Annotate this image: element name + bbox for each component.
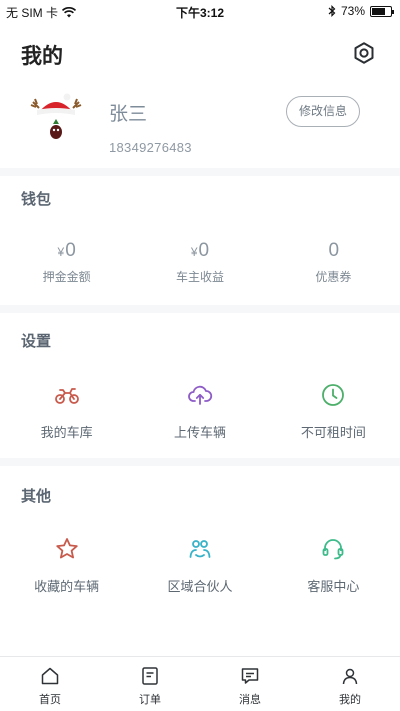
wallet-coupons[interactable]: 0 优惠券 — [267, 240, 400, 285]
partners-icon — [189, 540, 211, 558]
wallet-row: ¥0 押金金额 ¥0 车主收益 0 优惠券 — [0, 240, 400, 285]
settings-hexagon-icon — [354, 42, 374, 64]
bottom-tab-bar: 首页 订单 消息 我的 — [0, 656, 400, 711]
avatar[interactable] — [27, 88, 85, 146]
bluetooth-icon — [328, 5, 336, 17]
edit-profile-button[interactable]: 修改信息 — [286, 96, 360, 127]
tab-messages-label: 消息 — [239, 694, 261, 706]
customer-service-label: 客服中心 — [307, 579, 360, 594]
tab-messages[interactable]: 消息 — [200, 657, 300, 711]
wallet-coupons-value: 0 — [267, 240, 400, 264]
message-icon — [241, 668, 259, 684]
tab-profile[interactable]: 我的 — [300, 657, 400, 711]
tab-orders-label: 订单 — [139, 694, 161, 706]
currency-symbol: ¥ — [57, 245, 65, 259]
wallet-earnings[interactable]: ¥0 车主收益 — [133, 240, 266, 285]
other-section-title: 其他 — [21, 488, 52, 505]
amount: 0 — [198, 240, 210, 261]
settings-button[interactable] — [352, 41, 376, 65]
page-title: 我的 — [21, 45, 63, 68]
currency-symbol: ¥ — [190, 245, 198, 259]
other-row: 收藏的车辆 区域合伙人 客服中心 — [0, 536, 400, 595]
settings-section-title: 设置 — [21, 333, 52, 350]
user-name: 张三 — [109, 104, 148, 125]
upload-vehicle-label: 上传车辆 — [173, 425, 226, 440]
upload-vehicle-item[interactable]: 上传车辆 — [133, 382, 266, 441]
amount: 0 — [328, 240, 340, 261]
my-garage-label: 我的车库 — [40, 425, 93, 440]
tab-home[interactable]: 首页 — [0, 657, 100, 711]
status-right: 73% — [328, 4, 394, 18]
section-divider — [0, 168, 400, 176]
settings-row: 我的车库 上传车辆 不可租时间 — [0, 382, 400, 441]
wallet-deposit-label: 押金金额 — [42, 270, 91, 284]
unavailable-time-item[interactable]: 不可租时间 — [267, 382, 400, 441]
wallet-deposit-value: ¥0 — [0, 240, 133, 264]
home-icon — [41, 667, 59, 685]
wallet-deposit[interactable]: ¥0 押金金额 — [0, 240, 133, 285]
favorite-vehicles-label: 收藏的车辆 — [34, 579, 100, 594]
my-garage-item[interactable]: 我的车库 — [0, 382, 133, 441]
battery-percent: 73% — [340, 4, 365, 18]
user-phone: 18349276483 — [109, 140, 192, 155]
favorite-vehicles-item[interactable]: 收藏的车辆 — [0, 536, 133, 595]
tab-profile-label: 我的 — [339, 694, 361, 706]
amount: 0 — [65, 240, 76, 261]
star-icon — [55, 538, 78, 559]
headset-icon — [322, 539, 344, 560]
clock-icon — [322, 384, 345, 406]
regional-partner-item[interactable]: 区域合伙人 — [133, 536, 266, 595]
section-divider — [0, 305, 400, 313]
profile-icon — [342, 668, 358, 685]
wallet-earnings-value: ¥0 — [133, 240, 266, 264]
battery-icon — [370, 5, 394, 17]
tab-orders[interactable]: 订单 — [100, 657, 200, 711]
avatar-santa-hat-image — [30, 93, 82, 139]
wallet-earnings-label: 车主收益 — [175, 270, 224, 284]
regional-partner-label: 区域合伙人 — [167, 579, 233, 594]
tab-home-label: 首页 — [39, 694, 61, 706]
unavailable-time-label: 不可租时间 — [300, 425, 366, 440]
section-divider — [0, 458, 400, 466]
motorcycle-icon — [54, 388, 79, 404]
status-bar: 无 SIM 卡 下午3:12 73% — [0, 0, 400, 22]
wallet-section-title: 钱包 — [21, 191, 52, 208]
customer-service-item[interactable]: 客服中心 — [267, 536, 400, 595]
cloud-upload-icon — [188, 385, 213, 405]
wallet-coupons-label: 优惠券 — [315, 270, 352, 284]
order-icon — [142, 667, 158, 685]
